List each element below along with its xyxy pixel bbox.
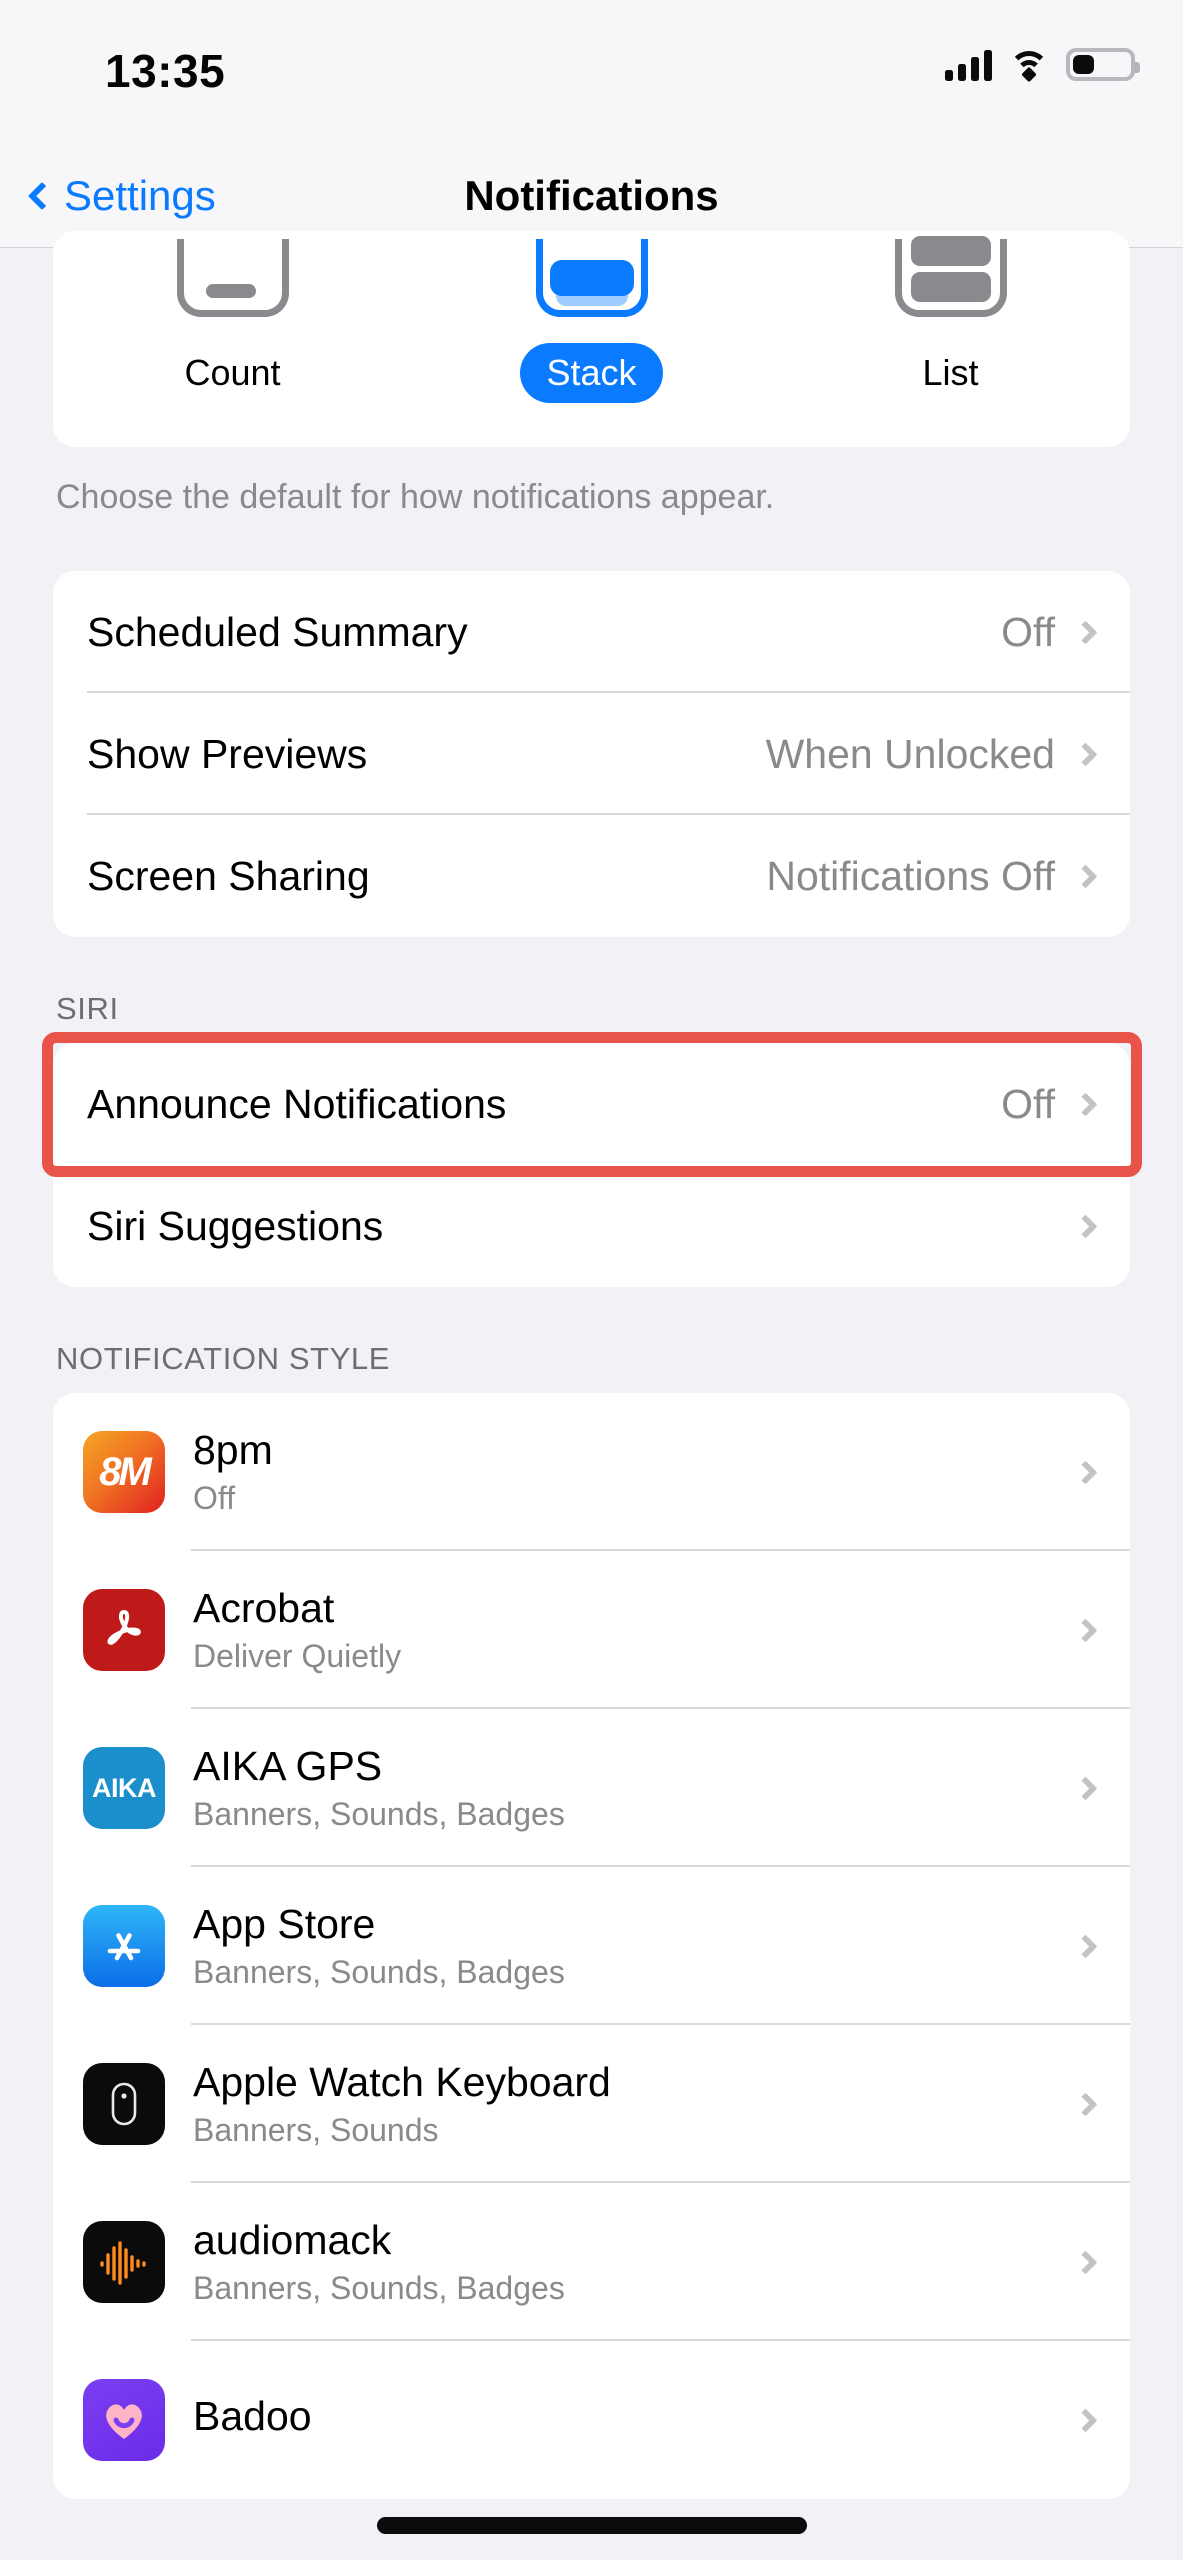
app-name: Apple Watch Keyboard: [193, 2059, 611, 2106]
app-row-8pm[interactable]: 8M 8pm Off: [53, 1393, 1130, 1552]
chevron-right-icon: [1073, 1934, 1098, 1959]
row-title: Announce Notifications: [87, 1080, 507, 1127]
chevron-right-icon: [1073, 2408, 1098, 2433]
section-header-notification-style: NOTIFICATION STYLE: [56, 1341, 391, 1377]
row-show-previews[interactable]: Show Previews When Unlocked: [53, 693, 1130, 816]
chevron-right-icon: [1073, 2092, 1098, 2117]
display-style-label-list: List: [922, 352, 979, 393]
app-status: Off: [193, 1480, 236, 1517]
wifi-icon: [1009, 49, 1049, 83]
notification-stack-preview-icon: [535, 239, 648, 317]
notification-list-preview-icon: [894, 236, 1007, 317]
app-status: Banners, Sounds, Badges: [193, 1954, 565, 1991]
chevron-right-icon: [1073, 1776, 1098, 1801]
settings-scroll-view[interactable]: Count Stack List Choose the default for …: [0, 231, 1183, 2560]
notification-style-app-list: 8M 8pm Off Acrobat Deliver Quietly AIKA …: [53, 1393, 1130, 2500]
display-style-option-list[interactable]: List: [771, 236, 1130, 447]
row-title: Show Previews: [87, 730, 368, 777]
battery-icon: [1066, 48, 1140, 81]
display-style-label-count: Count: [184, 352, 281, 393]
cellular-signal-icon: [945, 49, 992, 81]
announce-notifications-wrapper: Announce Notifications Off: [42, 1032, 1142, 1178]
general-settings-group: Scheduled Summary Off Show Previews When…: [53, 571, 1130, 938]
app-icon-glyph: AIKA: [92, 1772, 157, 1803]
app-icon-badoo: [83, 2379, 165, 2462]
app-row-acrobat[interactable]: Acrobat Deliver Quietly: [53, 1551, 1130, 1710]
app-name: audiomack: [193, 2217, 392, 2264]
page-title: Notifications: [464, 172, 719, 219]
row-value: Off: [1001, 608, 1055, 655]
chevron-right-icon: [1073, 1214, 1098, 1239]
app-row-aika-gps[interactable]: AIKA AIKA GPS Banners, Sounds, Badges: [53, 1709, 1130, 1868]
app-name: Badoo: [193, 2392, 312, 2439]
row-title: Screen Sharing: [87, 852, 370, 899]
row-value: Off: [1001, 1080, 1055, 1127]
display-style-footnote: Choose the default for how notifications…: [56, 478, 775, 516]
app-row-audiomack[interactable]: audiomack Banners, Sounds, Badges: [53, 2183, 1130, 2342]
display-style-label-stack: Stack: [520, 343, 663, 403]
chevron-right-icon: [1073, 1618, 1098, 1643]
chevron-right-icon: [1073, 742, 1098, 767]
row-scheduled-summary[interactable]: Scheduled Summary Off: [53, 571, 1130, 694]
chevron-right-icon: [1073, 2250, 1098, 2275]
app-icon-app-store: [83, 1905, 165, 1988]
app-icon-audiomack: [83, 2221, 165, 2304]
section-header-siri: SIRI: [56, 991, 119, 1027]
row-title: Scheduled Summary: [87, 608, 468, 655]
status-bar-clock: 13:35: [105, 45, 226, 97]
notification-count-preview-icon: [176, 239, 289, 317]
app-status: Banners, Sounds: [193, 2112, 439, 2149]
app-icon-glyph: 8M: [99, 1449, 152, 1494]
display-style-card: Count Stack List: [53, 231, 1130, 447]
app-row-apple-watch-keyboard[interactable]: Apple Watch Keyboard Banners, Sounds: [53, 2025, 1130, 2184]
app-status: Banners, Sounds, Badges: [193, 1796, 565, 1833]
app-status: Deliver Quietly: [193, 1638, 402, 1675]
siri-settings-group: Announce Notifications Off Siri Suggesti…: [42, 1032, 1142, 1288]
row-title: Siri Suggestions: [87, 1202, 384, 1249]
app-name: AIKA GPS: [193, 1743, 383, 1790]
status-bar: 13:35: [0, 0, 1183, 150]
app-row-badoo[interactable]: Badoo: [53, 2341, 1130, 2499]
app-name: 8pm: [193, 1427, 273, 1474]
app-name: Acrobat: [193, 1585, 335, 1632]
app-name: App Store: [193, 1901, 376, 1948]
display-style-option-stack[interactable]: Stack: [412, 239, 771, 447]
iphone-screen: 13:35 Settings Notifications Count Stack…: [0, 0, 1183, 2560]
chevron-right-icon: [1073, 864, 1098, 889]
app-icon-apple-watch: [83, 2063, 165, 2146]
row-siri-suggestions[interactable]: Siri Suggestions: [53, 1165, 1130, 1287]
app-icon-aika-gps: AIKA: [83, 1747, 165, 1830]
app-row-app-store[interactable]: App Store Banners, Sounds, Badges: [53, 1867, 1130, 2026]
status-bar-indicators: [945, 48, 1140, 83]
row-value: Notifications Off: [766, 852, 1055, 899]
display-style-option-count[interactable]: Count: [53, 239, 412, 447]
app-status: Banners, Sounds, Badges: [193, 2270, 565, 2307]
app-icon-8pm: 8M: [83, 1431, 165, 1514]
row-announce-notifications[interactable]: Announce Notifications Off: [53, 1043, 1130, 1165]
chevron-right-icon: [1073, 1092, 1098, 1117]
row-screen-sharing[interactable]: Screen Sharing Notifications Off: [53, 815, 1130, 937]
app-icon-acrobat: [83, 1589, 165, 1672]
row-value: When Unlocked: [765, 730, 1055, 777]
chevron-right-icon: [1073, 1460, 1098, 1485]
home-indicator[interactable]: [376, 2517, 807, 2534]
chevron-right-icon: [1073, 620, 1098, 645]
